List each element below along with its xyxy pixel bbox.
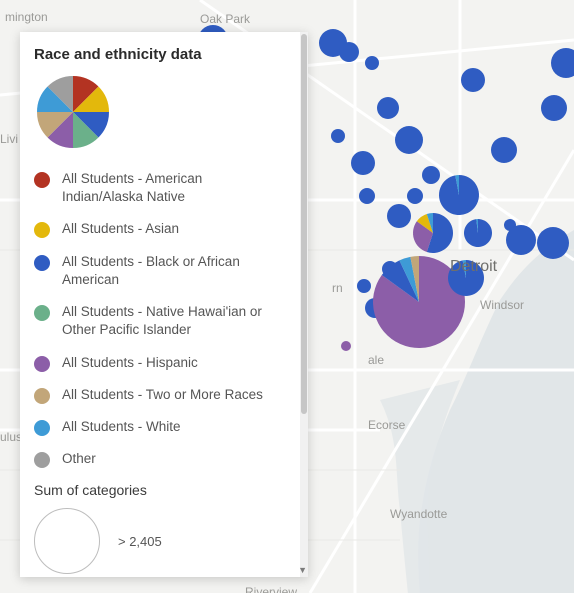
legend-item-label: All Students - White [62,418,181,436]
legend-item-label: All Students - Asian [62,220,179,238]
legend-title: Race and ethnicity data [34,46,282,63]
legend-item: All Students - American Indian/Alaska Na… [34,170,282,206]
legend-swatch [34,222,50,238]
legend-item: All Students - Hispanic [34,354,282,372]
map-pie-marker[interactable] [351,151,375,175]
map-pie-marker[interactable] [413,213,453,253]
map-viewport[interactable]: Oak ParkmingtonLiviulusrnDetroitWindsora… [0,0,574,593]
map-pie-marker[interactable] [541,95,567,121]
map-pie-marker[interactable] [395,126,423,154]
legend-item: All Students - Asian [34,220,282,238]
legend-swatch [34,388,50,404]
legend-item-label: All Students - Hispanic [62,354,198,372]
legend-swatch [34,172,50,188]
map-pie-marker[interactable] [464,219,492,247]
map-pie-marker[interactable] [439,175,479,215]
legend-item: Other [34,450,282,468]
legend-swatch [34,255,50,271]
map-pie-marker[interactable] [339,42,359,62]
legend-scroll-area[interactable]: Race and ethnicity data All Students - A… [20,32,300,577]
map-pie-marker[interactable] [341,341,351,351]
scroll-down-icon[interactable]: ▼ [298,566,307,575]
legend-size-label: > 2,405 [118,534,162,549]
legend-item: All Students - Native Hawai'ian or Other… [34,303,282,339]
legend-scrollbar[interactable] [300,32,308,577]
legend-swatch [34,420,50,436]
map-pie-marker[interactable] [422,166,440,184]
map-pie-marker[interactable] [365,56,379,70]
map-pie-marker[interactable] [537,227,569,259]
legend-panel: Race and ethnicity data All Students - A… [20,32,308,577]
legend-scrollbar-thumb[interactable] [301,34,307,414]
legend-swatch [34,452,50,468]
map-pie-marker[interactable] [448,260,484,296]
legend-item-label: Other [62,450,96,468]
map-pie-marker[interactable] [359,188,375,204]
map-pie-marker[interactable] [377,97,399,119]
legend-item-label: All Students - Black or African American [62,253,282,289]
legend-item: All Students - White [34,418,282,436]
legend-item-label: All Students - Native Hawai'ian or Other… [62,303,282,339]
legend-size-title: Sum of categories [34,482,282,498]
map-pie-marker[interactable] [461,68,485,92]
map-pie-marker[interactable] [506,225,536,255]
legend-item: All Students - Black or African American [34,253,282,289]
legend-pie-key [34,73,282,156]
legend-size-row: > 2,405 [34,508,282,574]
legend-size-circle [34,508,100,574]
map-pie-marker[interactable] [387,204,411,228]
legend-item-label: All Students - Two or More Races [62,386,263,404]
map-pie-marker[interactable] [357,279,371,293]
map-pie-marker[interactable] [407,188,423,204]
map-pie-marker[interactable] [331,129,345,143]
map-pie-marker[interactable] [491,137,517,163]
legend-item: All Students - Two or More Races [34,386,282,404]
legend-swatch [34,356,50,372]
legend-item-label: All Students - American Indian/Alaska Na… [62,170,282,206]
legend-swatch [34,305,50,321]
